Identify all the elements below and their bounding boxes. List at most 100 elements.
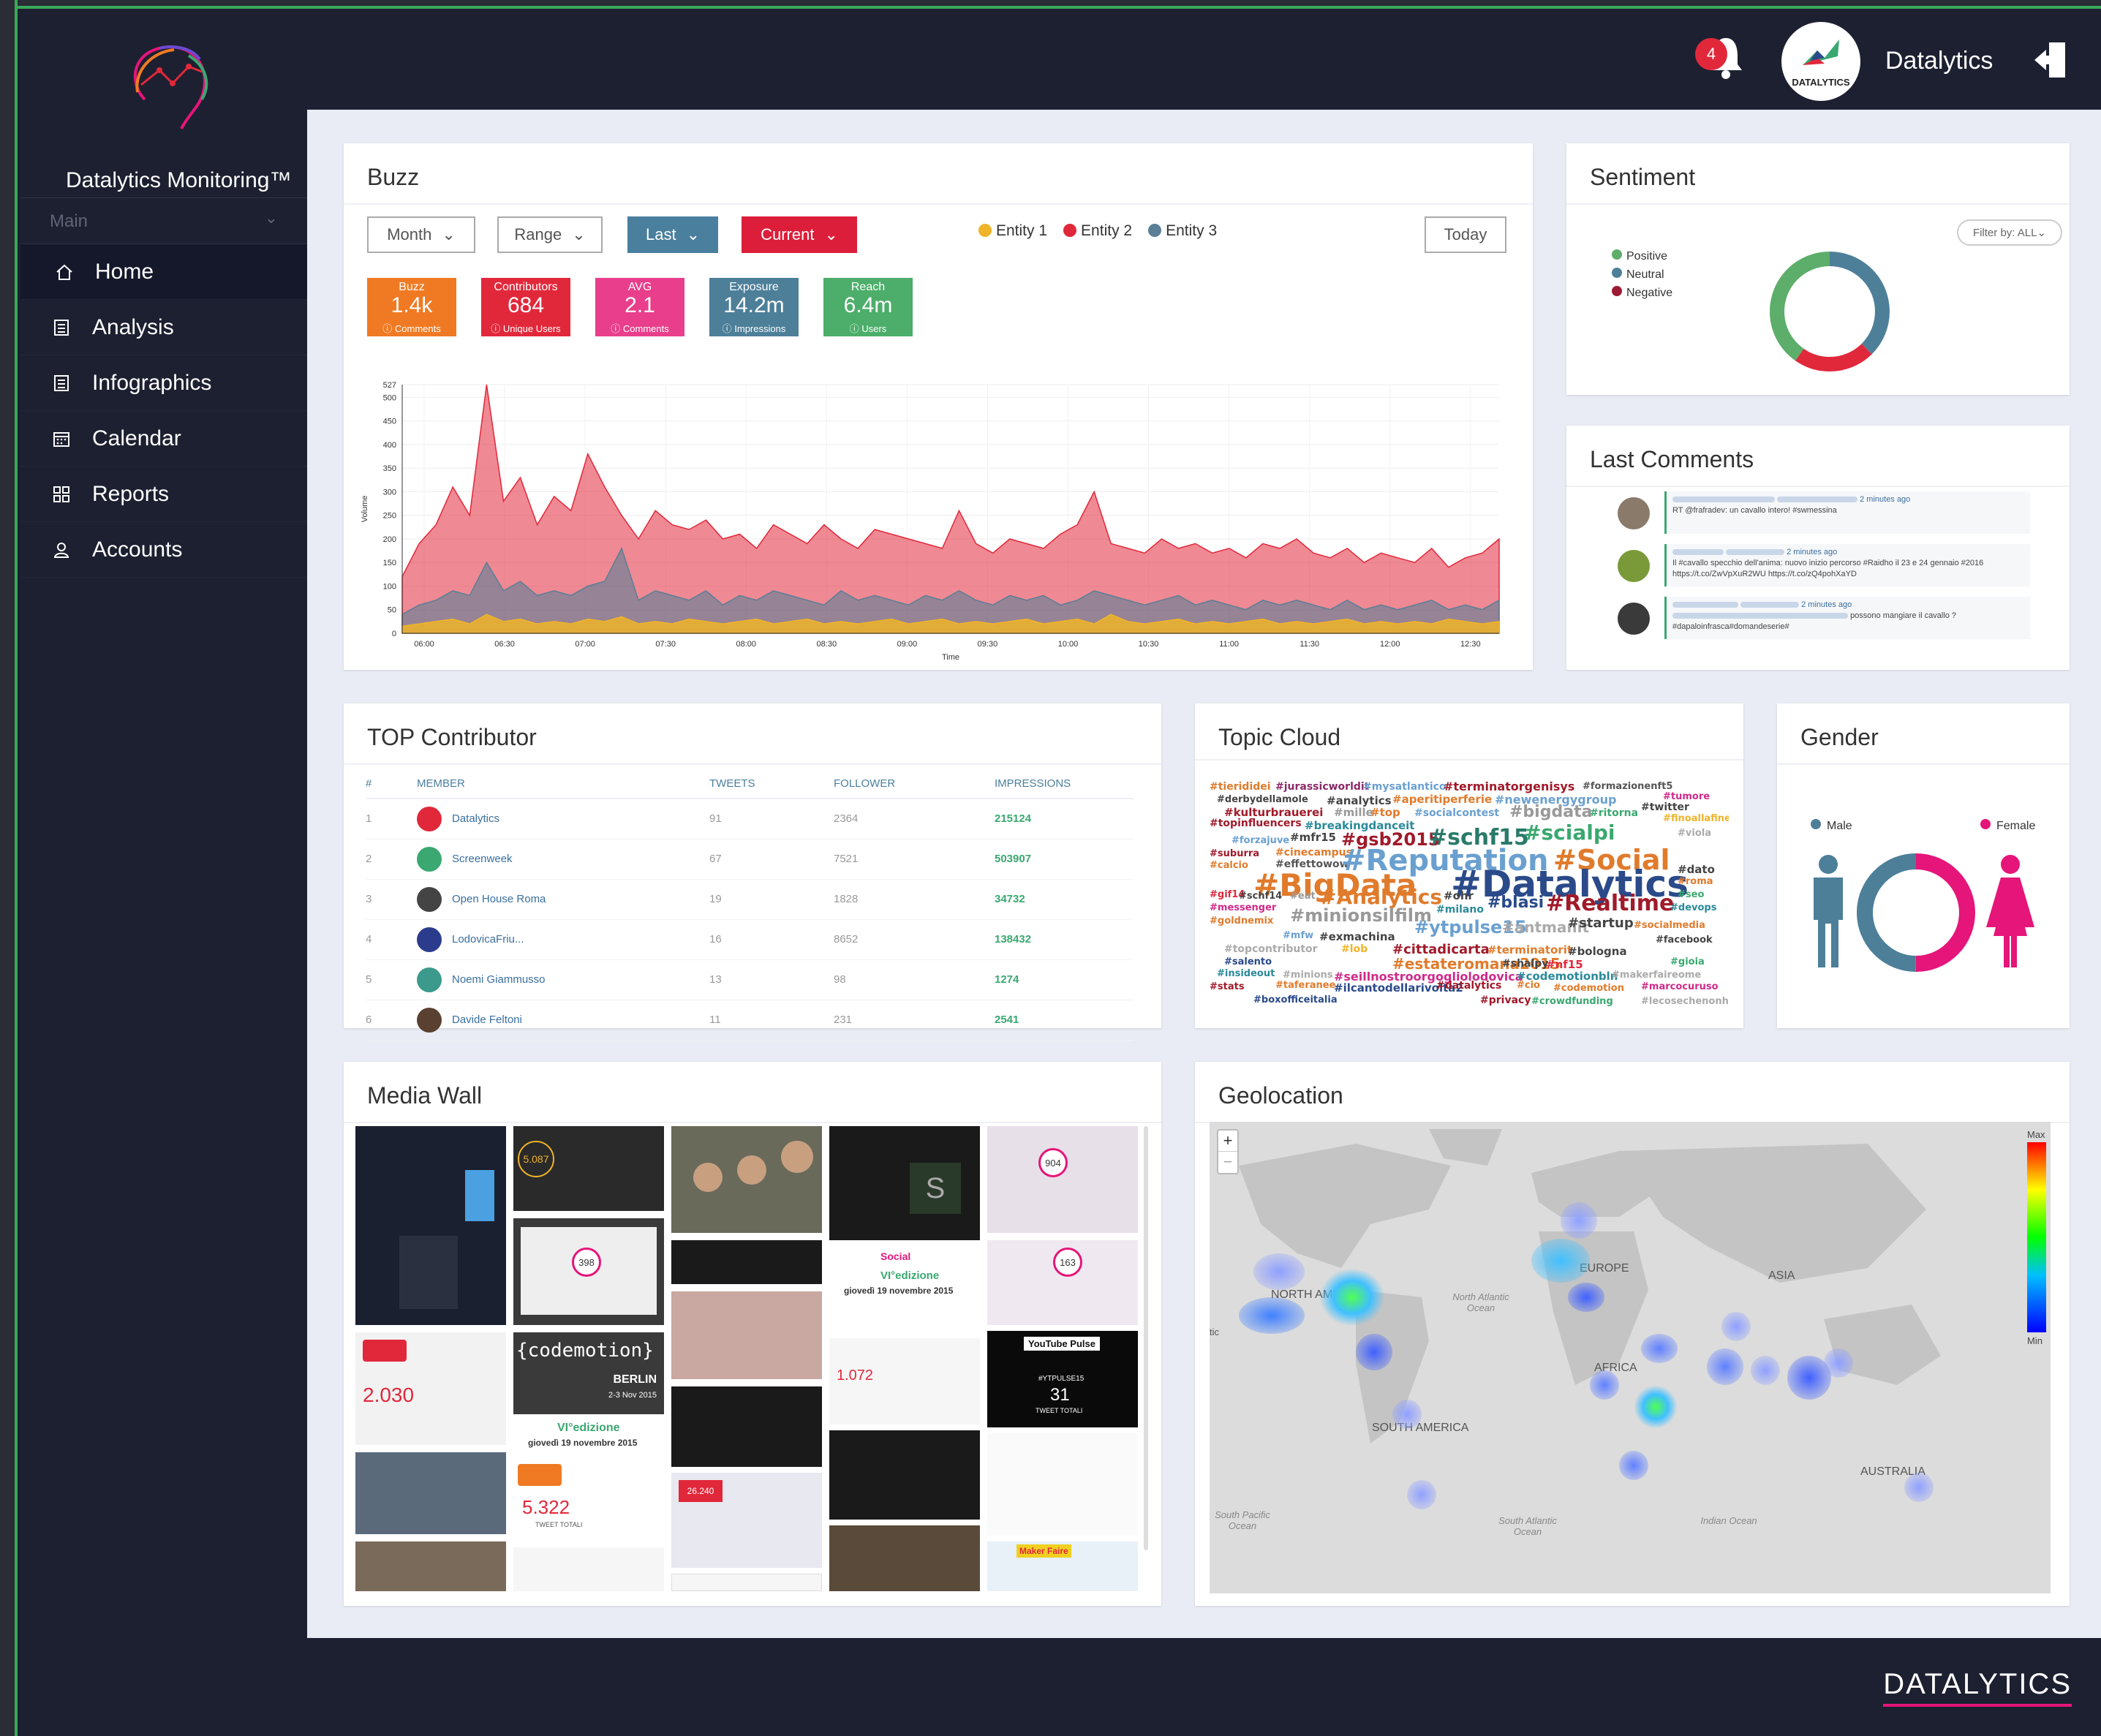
- sidebar-section-main[interactable]: Main ⌄: [20, 197, 307, 244]
- cloud-word[interactable]: #formazionenft5: [1583, 781, 1672, 792]
- range-filter-button[interactable]: Range ⌄: [497, 216, 603, 253]
- cloud-word[interactable]: #makerfaireome: [1612, 970, 1701, 981]
- cloud-word[interactable]: #crowdfunding: [1531, 996, 1613, 1007]
- media-tile[interactable]: 5.322 TWEET TOTALI: [513, 1460, 664, 1541]
- media-tile[interactable]: Social VI°edizione giovedì 19 novembre 2…: [829, 1248, 980, 1332]
- media-tile[interactable]: [671, 1126, 822, 1233]
- cloud-word[interactable]: #forzajuve: [1231, 835, 1289, 846]
- cloud-word[interactable]: #exmachina: [1319, 930, 1395, 943]
- sidebar-item-infographics[interactable]: Infographics: [20, 355, 307, 411]
- cloud-word[interactable]: #jurassicworldit: [1275, 781, 1369, 793]
- cloud-word[interactable]: #shalpy: [1502, 958, 1548, 970]
- cloud-word[interactable]: #lecosechenonho: [1641, 996, 1729, 1007]
- cloud-word[interactable]: #taferanee: [1275, 980, 1335, 991]
- cloud-word[interactable]: #bigdata: [1509, 803, 1592, 821]
- kpi-avg[interactable]: AVG 2.1 ⓘ Comments: [595, 278, 684, 336]
- cloud-word[interactable]: #eat: [1290, 891, 1316, 902]
- cloud-word[interactable]: #viola: [1678, 828, 1711, 839]
- cloud-word[interactable]: #goldnemix: [1210, 916, 1273, 927]
- cloud-word[interactable]: #calcio: [1210, 860, 1248, 871]
- table-row[interactable]: 4 LodovicaFriu... 16 8652 138432: [366, 919, 1134, 960]
- media-tile[interactable]: S: [829, 1126, 980, 1240]
- media-tile[interactable]: [355, 1452, 506, 1534]
- media-tile[interactable]: YouTube Pulse #YTPULSE15 31 TWEET TOTALI: [987, 1331, 1138, 1427]
- media-tile[interactable]: {codemotion} BERLIN 2-3 Nov 2015: [513, 1332, 664, 1414]
- cloud-word[interactable]: #mysatlantico: [1363, 781, 1446, 793]
- cloud-word[interactable]: #suburra: [1210, 848, 1259, 859]
- media-tile[interactable]: [829, 1525, 980, 1591]
- cloud-word[interactable]: #boxofficeitalia: [1253, 995, 1338, 1005]
- brand-logo-icon[interactable]: [116, 26, 225, 136]
- media-tile[interactable]: [355, 1126, 506, 1325]
- comment-item[interactable]: 2 minutes ago possono mangiare il cavall…: [1618, 597, 2030, 639]
- kpi-buzz[interactable]: Buzz 1.4k ⓘ Comments: [367, 278, 456, 336]
- cloud-word[interactable]: #devops: [1670, 902, 1716, 913]
- column-header[interactable]: IMPRESSIONS: [995, 769, 1134, 799]
- heat-map[interactable]: NORTH AMERICA EUROPE ASIA AFRICA SOUTH A…: [1210, 1122, 2051, 1593]
- cloud-word[interactable]: #twitter: [1641, 801, 1689, 813]
- today-button[interactable]: Today: [1425, 216, 1506, 253]
- member-name[interactable]: Davide Feltoni: [452, 1013, 522, 1025]
- sentiment-filter-dropdown[interactable]: Filter by: ALL ⌄: [1957, 219, 2062, 246]
- table-row[interactable]: 2 Screenweek 67 7521 503907: [366, 839, 1134, 880]
- cloud-word[interactable]: #codemotion: [1553, 983, 1624, 994]
- cloud-word[interactable]: #scialpi: [1524, 820, 1615, 845]
- cloud-word[interactable]: #finoallafine: [1663, 813, 1729, 824]
- media-tile[interactable]: VI°edizione giovedì 19 novembre 2015: [513, 1420, 664, 1454]
- table-row[interactable]: 1 Datalytics 91 2364 215124: [366, 799, 1134, 839]
- month-filter-button[interactable]: Month ⌄: [367, 216, 475, 253]
- cloud-word[interactable]: #marcocuruso: [1641, 981, 1719, 992]
- table-row[interactable]: 3 Open House Roma 19 1828 34732: [366, 879, 1134, 920]
- cloud-word[interactable]: #Realtime: [1546, 891, 1674, 916]
- kpi-contributors[interactable]: Contributors 684 ⓘ Unique Users: [481, 278, 570, 336]
- cloud-word[interactable]: #tierididei: [1210, 781, 1271, 793]
- sentiment-donut-chart[interactable]: [1757, 238, 1903, 385]
- buzz-area-chart[interactable]: 0 50 100 150 200 250 300 350 400 450 500 527 06:00 06…: [358, 377, 1521, 663]
- avatar[interactable]: DATALYTICS: [1781, 22, 1860, 101]
- notification-badge[interactable]: 4: [1695, 38, 1727, 70]
- cloud-word[interactable]: #privacy: [1480, 995, 1531, 1006]
- column-header[interactable]: MEMBER: [417, 769, 709, 799]
- comment-item[interactable]: 2 minutes ago Il #cavallo specchio dell'…: [1618, 544, 2030, 586]
- last-filter-button[interactable]: Last ⌄: [627, 216, 718, 253]
- cloud-word[interactable]: #messenger: [1210, 902, 1276, 913]
- cloud-word[interactable]: #salento: [1224, 956, 1272, 967]
- column-header[interactable]: FOLLOWER: [834, 769, 995, 799]
- sidebar-item-accounts[interactable]: Accounts: [20, 522, 307, 578]
- zoom-out-button[interactable]: −: [1218, 1152, 1237, 1173]
- cloud-word[interactable]: #minionsilfilm: [1290, 905, 1432, 926]
- table-row[interactable]: 6 Davide Feltoni 11 231 2541: [366, 1000, 1134, 1041]
- cloud-word[interactable]: #aperitiperferie: [1392, 793, 1492, 806]
- media-wall-scrollbar[interactable]: [1144, 1126, 1148, 1550]
- user-name[interactable]: Datalytics: [1885, 47, 1993, 75]
- zoom-in-button[interactable]: +: [1218, 1131, 1237, 1152]
- cloud-word[interactable]: #insideout: [1217, 968, 1275, 979]
- cloud-word[interactable]: #mille: [1334, 806, 1373, 819]
- cloud-word[interactable]: #blasi: [1487, 894, 1544, 912]
- media-tile[interactable]: [671, 1386, 822, 1467]
- media-tile[interactable]: 163: [987, 1240, 1138, 1325]
- cloud-word[interactable]: #gioia: [1670, 956, 1705, 967]
- current-filter-button[interactable]: Current ⌄: [742, 216, 857, 253]
- cloud-word[interactable]: #bologna: [1568, 945, 1627, 958]
- sidebar-item-home[interactable]: Home: [20, 244, 307, 300]
- table-row[interactable]: 5 Noemi Giammusso 13 98 1274: [366, 959, 1134, 1000]
- cloud-word[interactable]: #mfr15: [1290, 831, 1336, 844]
- media-tile[interactable]: 26.240: [671, 1473, 822, 1568]
- media-tile[interactable]: [829, 1430, 980, 1520]
- cloud-word[interactable]: #terminatorgenisys: [1444, 780, 1574, 793]
- cloud-word[interactable]: #ohr: [1444, 889, 1474, 902]
- media-tile[interactable]: Maker Faire: [987, 1541, 1138, 1591]
- media-tile[interactable]: [671, 1291, 822, 1379]
- column-header[interactable]: #: [366, 769, 417, 799]
- column-header[interactable]: TWEETS: [709, 769, 834, 799]
- member-name[interactable]: Noemi Giammusso: [452, 973, 546, 985]
- logout-icon[interactable]: [2033, 38, 2068, 82]
- member-name[interactable]: Screenweek: [452, 852, 513, 864]
- legend-entity-3[interactable]: Entity 3: [1148, 222, 1217, 240]
- legend-entity-1[interactable]: Entity 1: [978, 222, 1047, 240]
- cloud-word[interactable]: #schf14: [1239, 891, 1282, 902]
- cloud-word[interactable]: #lob: [1341, 943, 1368, 955]
- sidebar-item-calendar[interactable]: Calendar: [20, 411, 307, 467]
- gender-donut-chart[interactable]: [1850, 847, 1982, 978]
